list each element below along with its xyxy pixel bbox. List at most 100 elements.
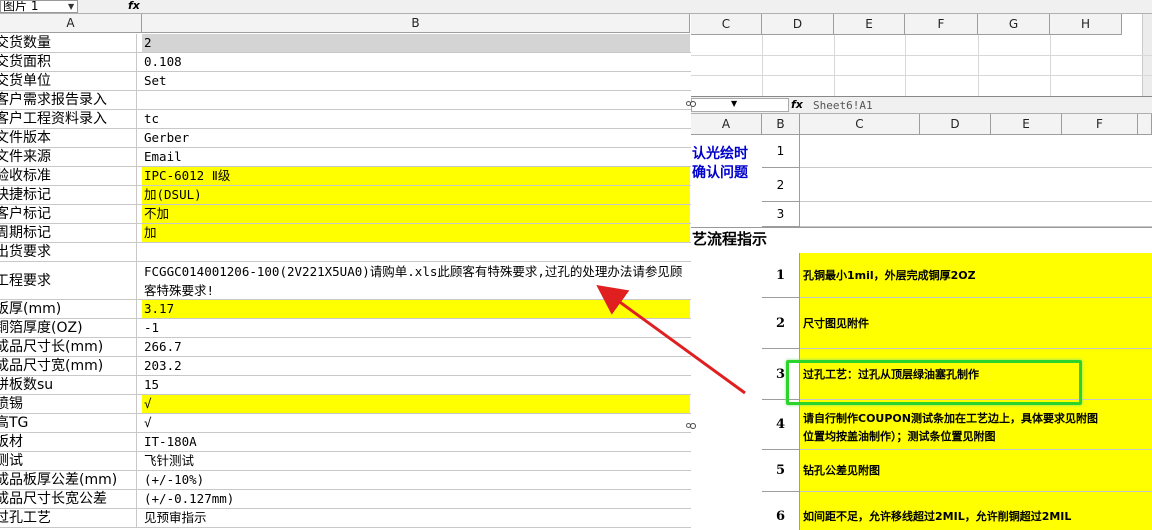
column-header-a[interactable]: A [0,14,142,33]
confirm-row-num: 2 [762,168,800,202]
process-row-text[interactable]: 过孔工艺：过孔从顶层绿油塞孔制作 [800,349,1152,400]
row-label[interactable]: 喷锡 [0,395,137,413]
row-label[interactable]: 周期标记 [0,224,137,242]
row-value[interactable]: 266.7 [142,338,690,356]
embedded-name-box[interactable] [691,98,789,112]
row-label[interactable]: 铜箔厚度(OZ) [0,319,137,337]
row-value[interactable]: 加 [142,224,690,242]
row-value[interactable]: 3.17 [142,300,690,318]
row-value[interactable] [142,243,690,261]
row-value[interactable]: (+/-10%) [142,471,690,489]
process-row-text[interactable]: 如间距不足，允许移线超过2MIL，允许削铜超过2MIL [800,492,1152,530]
column-header-g[interactable]: G [978,14,1050,35]
process-row-text[interactable]: 钻孔公差见附图 [800,450,1152,492]
embedded-sheet-image[interactable]: ▼ fx Sheet6!A1 A B C D E F 1 2 3 1 孔铜最小1m… [691,96,1152,530]
row-label[interactable]: 交货单位 [0,72,137,90]
chevron-down-icon[interactable]: ▼ [68,2,74,11]
row-value[interactable]: 2 [142,34,690,52]
process-text-line: 钻孔公差见附图 [803,464,880,477]
process-row-text[interactable]: 孔铜最小1mil，外层完成铜厚2OZ [800,253,1152,298]
row-value[interactable]: -1 [142,319,690,337]
chevron-down-icon[interactable]: ▼ [731,99,737,108]
row-value[interactable]: 203.2 [142,357,690,375]
table-row: 出货要求 [0,243,691,262]
row-label[interactable]: 拼板数su [0,376,137,394]
row-label[interactable]: 出货要求 [0,243,137,261]
row-value[interactable]: tc [142,110,690,128]
embedded-column-header-c[interactable]: C [800,114,920,135]
embedded-column-header-b[interactable]: B [762,114,800,135]
row-label[interactable]: 客户需求报告录入 [0,91,137,109]
row-label[interactable]: 交货数量 [0,34,137,52]
embedded-column-header-f[interactable]: F [1062,114,1138,135]
embedded-column-header-e[interactable]: E [991,114,1062,135]
confirm-cell[interactable] [800,202,1152,227]
grid-line [691,75,1152,76]
row-label[interactable]: 工程要求 [0,262,137,299]
process-row-num: 6 [762,492,800,530]
row-value[interactable]: IPC-6012 Ⅱ级 [142,167,690,185]
row-value[interactable] [142,91,690,109]
name-box[interactable]: 图片 1 [0,0,78,13]
row-value[interactable]: FCGGC014001206-100(2V221X5UA0)请购单.xls此顾客… [142,262,690,299]
row-value[interactable]: Set [142,72,690,90]
embedded-column-header-d[interactable]: D [920,114,991,135]
row-label[interactable]: 成品尺寸长(mm) [0,338,137,356]
column-header-d[interactable]: D [762,14,834,35]
embedded-formula-text: Sheet6!A1 [813,99,873,112]
resize-handle[interactable] [690,423,696,429]
process-text-line: 过孔工艺：过孔从顶层绿油塞孔制作 [803,368,979,381]
row-value[interactable]: 飞针测试 [142,452,690,470]
row-value[interactable]: √ [142,414,690,432]
row-label[interactable]: 板材 [0,433,137,451]
row-value[interactable]: IT-180A [142,433,690,451]
process-row-num: 4 [762,400,800,450]
row-label[interactable]: 板厚(mm) [0,300,137,318]
row-label[interactable]: 高TG [0,414,137,432]
process-row-text[interactable]: 请自行制作COUPON测试条加在工艺边上，具体要求见附图 位置均按盖油制作）；测试… [800,400,1152,450]
row-value[interactable]: 0.108 [142,53,690,71]
row-label[interactable]: 客户标记 [0,205,137,223]
embedded-column-header-a[interactable]: A [691,114,762,135]
row-label[interactable]: 过孔工艺 [0,509,137,527]
table-row: 交货数量 2 [0,34,691,53]
row-label[interactable]: 测试 [0,452,137,470]
table-row: 板材 IT-180A [0,433,691,452]
column-header-h[interactable]: H [1050,14,1122,35]
fx-icon[interactable]: fx [128,0,140,12]
confirm-cell[interactable] [800,168,1152,202]
table-row: 成品尺寸长(mm) 266.7 [0,338,691,357]
row-label[interactable]: 成品板厚公差(mm) [0,471,137,489]
row-label[interactable]: 成品尺寸宽(mm) [0,357,137,375]
column-header-b[interactable]: B [142,14,690,33]
row-value[interactable]: Gerber [142,129,690,147]
table-row: 成品尺寸长宽公差 (+/-0.127mm) [0,490,691,509]
column-header-c[interactable]: C [691,14,762,35]
row-value[interactable]: 见预审指示 [142,509,690,527]
row-value[interactable]: Email [142,148,690,166]
column-header-f[interactable]: F [905,14,978,35]
row-label[interactable]: 文件版本 [0,129,137,147]
confirm-issues-label: 认光绘时 确认问题 [692,145,748,183]
row-value[interactable]: 不加 [142,205,690,223]
row-value[interactable]: √ [142,395,690,413]
table-row: 文件来源 Email [0,148,691,167]
row-label[interactable]: 文件来源 [0,148,137,166]
grid-line [978,35,979,97]
confirm-cell[interactable] [800,135,1152,168]
column-header-e[interactable]: E [834,14,905,35]
fx-icon[interactable]: fx [791,98,803,111]
table-row: 喷锡 √ [0,395,691,414]
row-label[interactable]: 成品尺寸长宽公差 [0,490,137,508]
resize-handle[interactable] [690,101,696,107]
row-value[interactable]: 15 [142,376,690,394]
process-text-line: 请自行制作COUPON测试条加在工艺边上，具体要求见附图 [803,412,1098,425]
row-label[interactable]: 快捷标记 [0,186,137,204]
row-value[interactable]: 加(DSUL) [142,186,690,204]
process-row-text[interactable]: 尺寸图见附件 [800,298,1152,349]
row-value[interactable]: (+/-0.127mm) [142,490,690,508]
row-label[interactable]: 交货面积 [0,53,137,71]
process-row-num: 5 [762,450,800,492]
row-label[interactable]: 客户工程资料录入 [0,110,137,128]
row-label[interactable]: 验收标准 [0,167,137,185]
